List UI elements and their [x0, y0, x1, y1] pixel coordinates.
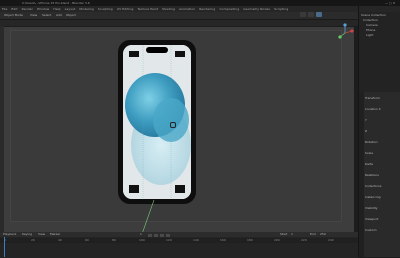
- end-frame-label: End: [310, 232, 316, 236]
- property-row[interactable]: Delta: [365, 162, 398, 166]
- ruler-label: 180: [247, 238, 253, 242]
- outliner-item[interactable]: Phone: [366, 29, 375, 32]
- ruler-label: 240: [328, 238, 334, 242]
- property-row[interactable]: Rotation: [365, 140, 398, 144]
- property-row[interactable]: Transform: [365, 96, 398, 100]
- window-controls[interactable]: — ▢ ✕: [385, 1, 395, 5]
- property-row[interactable]: Z: [365, 129, 398, 133]
- menu-item-sculpting[interactable]: Sculpting: [98, 7, 113, 11]
- start-frame[interactable]: 1: [291, 233, 293, 236]
- ruler-label: 220: [301, 238, 307, 242]
- ruler-label: 60: [85, 238, 89, 242]
- menu-item-animation[interactable]: Animation: [179, 7, 195, 11]
- ruler-label: 100: [139, 238, 145, 242]
- outliner-header: Scene Collection: [361, 13, 386, 17]
- property-row[interactable]: Relations: [365, 173, 398, 177]
- end-frame[interactable]: 250: [320, 233, 326, 236]
- menu-item-render[interactable]: Render: [22, 7, 33, 11]
- outliner-item[interactable]: Collection: [363, 19, 378, 22]
- 3d-cursor-icon[interactable]: [170, 122, 176, 128]
- property-row[interactable]: Custom: [365, 228, 398, 232]
- viewport-header: [0, 20, 358, 26]
- property-row[interactable]: Viewport: [365, 217, 398, 221]
- playhead[interactable]: [4, 237, 5, 257]
- ruler-label: 200: [274, 238, 280, 242]
- camera-line: [141, 200, 155, 235]
- object-menu[interactable]: Object: [66, 14, 76, 17]
- start-frame-label: Start: [280, 232, 288, 236]
- property-row[interactable]: Y: [365, 118, 398, 122]
- menu-item-layout[interactable]: Layout: [65, 7, 76, 11]
- property-row[interactable]: Scale: [365, 151, 398, 155]
- property-row[interactable]: Location X: [365, 107, 398, 111]
- menu-item-geometry-nodes[interactable]: Geometry Nodes: [243, 7, 270, 11]
- mode-select[interactable]: Object Mode: [4, 14, 23, 17]
- jump-end-button[interactable]: [166, 234, 170, 237]
- playback-menu[interactable]: Playback: [3, 233, 16, 236]
- shading-render-button[interactable]: [316, 12, 322, 17]
- property-row[interactable]: Visibility: [365, 206, 398, 210]
- menu-item-uv-editing[interactable]: UV Editing: [117, 7, 134, 11]
- menu-item-file[interactable]: File: [2, 7, 7, 11]
- property-row[interactable]: Collections: [365, 184, 398, 188]
- timeline-view-menu[interactable]: View: [38, 233, 45, 236]
- select-menu[interactable]: Select: [42, 14, 51, 17]
- shading-solid-button[interactable]: [300, 12, 306, 17]
- menu-item-rendering[interactable]: Rendering: [199, 7, 215, 11]
- menu-item-help[interactable]: Help: [53, 7, 60, 11]
- keying-menu[interactable]: Keying: [22, 233, 32, 236]
- menu-item-shading[interactable]: Shading: [162, 7, 175, 11]
- phone-screen: [123, 45, 191, 199]
- menu-item-compositing[interactable]: Compositing: [219, 7, 239, 11]
- menu-item-modeling[interactable]: Modeling: [79, 7, 93, 11]
- ruler-label: 80: [112, 238, 116, 242]
- menu-item-texture-paint[interactable]: Texture Paint: [137, 7, 158, 11]
- ruler-label: 40: [58, 238, 62, 242]
- properties-tabs[interactable]: [359, 92, 364, 257]
- outliner-item[interactable]: Camera: [366, 24, 378, 27]
- dynamic-island: [146, 47, 168, 53]
- wallpaper-blob-icon: [123, 45, 191, 199]
- ruler-label: 160: [220, 238, 226, 242]
- navigation-gizmo[interactable]: [334, 22, 356, 44]
- current-frame[interactable]: 1: [140, 233, 142, 236]
- play-button[interactable]: [160, 234, 164, 237]
- jump-start-button[interactable]: [148, 234, 152, 237]
- menu-item-edit[interactable]: Edit: [11, 7, 17, 11]
- property-row[interactable]: Instancing: [365, 195, 398, 199]
- play-back-button[interactable]: [154, 234, 158, 237]
- ruler-label: 140: [193, 238, 199, 242]
- add-menu[interactable]: Add: [56, 14, 62, 17]
- menu-item-window[interactable]: Window: [37, 7, 49, 11]
- marker-menu[interactable]: Marker: [50, 233, 60, 236]
- menu-item-scripting[interactable]: Scripting: [274, 7, 288, 11]
- outliner-item[interactable]: Light: [366, 34, 374, 37]
- ruler-label: 120: [166, 238, 172, 242]
- ruler-label: 20: [31, 238, 35, 242]
- shading-material-button[interactable]: [308, 12, 314, 17]
- view-menu[interactable]: View: [30, 14, 37, 17]
